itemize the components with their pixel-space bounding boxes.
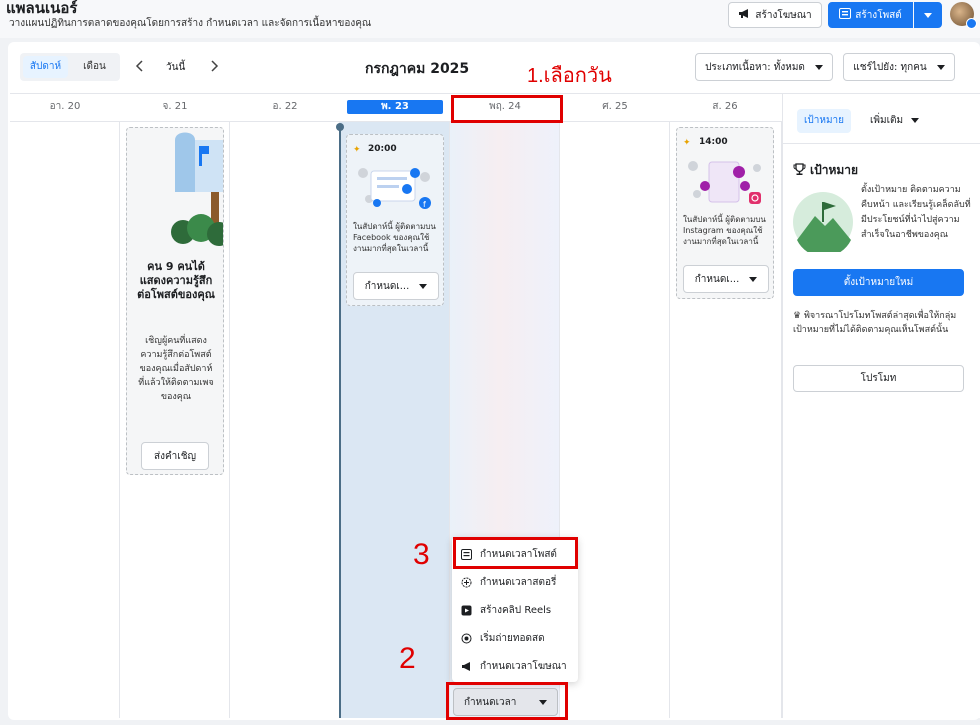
current-time-dot <box>336 123 344 131</box>
menu-item-schedule-story[interactable]: กำหนดเวลาสตอรี่ <box>452 568 578 596</box>
menu-item-label: สร้างคลิป Reels <box>480 604 552 616</box>
chevron-right-icon <box>211 60 219 72</box>
chevron-down-icon <box>924 12 932 18</box>
post-icon <box>839 8 852 22</box>
send-invite-button[interactable]: ส่งคำเชิญ <box>141 442 209 470</box>
annotation-box-schedule-button <box>446 682 568 720</box>
menu-item-label: กำหนดเวลาโฆษณา <box>480 660 567 672</box>
goals-body: ตั้งเป้าหมาย ติดตามความคืบหน้า และเรียนร… <box>861 185 971 240</box>
new-goal-label: ตั้งเป้าหมายใหม่ <box>843 277 914 288</box>
invite-card-title: คน 9 คนได้แสดงความรู้สึกต่อโพสต์ของคุณ <box>137 260 215 301</box>
ig-illustration <box>685 156 767 208</box>
annotation-box-schedule-post <box>453 537 578 569</box>
fb-best-time-body: ในสัปดาห์นี้ ผู้ติดตามบน Facebook ของคุณ… <box>353 222 436 253</box>
facebook-badge-icon <box>966 18 977 29</box>
shared-to-filter[interactable]: แชร์ไปยัง: ทุกคน <box>843 53 955 81</box>
invite-card: คน 9 คนได้แสดงความรู้สึกต่อโพสต์ของคุณ เ… <box>126 127 224 475</box>
content-type-filter-label: ประเภทเนื้อหา: ทั้งหมด <box>705 61 805 73</box>
sparkle-icon: ✦ <box>353 145 361 155</box>
fb-schedule-label: กำหนดเ... <box>364 280 410 292</box>
reels-icon <box>461 605 472 615</box>
trophy-icon <box>793 162 806 179</box>
create-ad-button[interactable]: สร้างโฆษณา <box>728 2 822 28</box>
today-button[interactable]: วันนี้ <box>166 60 185 75</box>
sidebar-divider <box>783 143 980 144</box>
avatar[interactable] <box>950 2 977 29</box>
fb-best-time: 20:00 <box>368 144 397 154</box>
sparkle-icon: ✦ <box>683 138 691 148</box>
annotation-box-select-day <box>451 95 563 123</box>
annotation-step1-label: 1.เลือกวัน <box>527 65 612 87</box>
send-invite-label: ส่งคำเชิญ <box>153 450 197 462</box>
day-header-sun[interactable]: อา. 20 <box>10 98 120 116</box>
next-week-button[interactable] <box>206 58 222 74</box>
chevron-down-icon <box>936 64 945 70</box>
day-header-wed-selected[interactable]: พ. 23 <box>347 100 443 114</box>
chevron-down-icon <box>814 64 823 70</box>
menu-item-go-live[interactable]: เริ่มถ่ายทอดสด <box>452 624 578 652</box>
menu-item-label: เริ่มถ่ายทอดสด <box>480 632 545 644</box>
ig-best-time-card: ✦ 14:00 ในสัปดาห์นี้ ผู้ติดตามบน Instagr… <box>676 127 774 299</box>
ig-best-time-body: ในสัปดาห์นี้ ผู้ติดตามบน Instagram ของคุ… <box>683 215 766 246</box>
annotation-step2-label: 2 <box>399 642 416 675</box>
chevron-down-icon <box>911 118 920 123</box>
promote-button[interactable]: โปรโมท <box>793 365 964 392</box>
day-header-sat[interactable]: ส. 26 <box>670 98 780 116</box>
chevron-down-icon <box>419 283 428 289</box>
mailbox-illustration <box>127 128 223 252</box>
svg-text:f: f <box>423 200 426 209</box>
create-post-dropdown[interactable] <box>914 2 942 28</box>
menu-item-schedule-ad[interactable]: กำหนดเวลาโฆษณา <box>452 652 578 680</box>
month-title: กรกฎาคม 2025 <box>365 61 470 77</box>
day-header-tue[interactable]: อ. 22 <box>230 98 340 116</box>
annotation-step3-label: 3 <box>413 538 430 571</box>
goals-heading: เป้าหมาย <box>793 161 858 180</box>
invite-card-body: เชิญผู้คนที่แสดงความรู้สึกต่อโพสต์ของคุณ… <box>138 336 214 402</box>
megaphone-icon <box>738 8 751 22</box>
goals-illustration <box>793 192 853 257</box>
tab-more-label: เพิ่มเติม <box>870 115 904 126</box>
shared-to-filter-label: แชร์ไปยัง: ทุกคน <box>853 61 927 73</box>
menu-item-label: กำหนดเวลาสตอรี่ <box>480 576 557 588</box>
chevron-left-icon <box>135 60 143 72</box>
promote-suggestion: ♛ พิจารณาโปรโมทโพสต์ล่าสุดเพื่อให้กลุ่มเ… <box>793 309 969 337</box>
day-header-mon[interactable]: จ. 21 <box>120 98 230 116</box>
crown-icon: ♛ <box>793 311 802 321</box>
day-column-tue[interactable] <box>230 122 340 718</box>
promote-text: พิจารณาโปรโมทโพสต์ล่าสุดเพื่อให้กลุ่มเป้… <box>793 311 957 335</box>
story-icon <box>461 577 472 587</box>
goals-title: เป้าหมาย <box>810 163 859 177</box>
day-header-fri[interactable]: ศ. 25 <box>560 98 670 116</box>
tab-month[interactable]: เดือน <box>72 56 117 78</box>
fb-schedule-button[interactable]: กำหนดเ... <box>353 272 439 300</box>
new-goal-button[interactable]: ตั้งเป้าหมายใหม่ <box>793 269 964 296</box>
tab-week[interactable]: สัปดาห์ <box>23 56 68 78</box>
day-column-sun[interactable] <box>10 122 120 718</box>
tab-goals[interactable]: เป้าหมาย <box>797 109 851 133</box>
prev-week-button[interactable] <box>132 58 148 74</box>
ig-schedule-label: กำหนดเ... <box>694 273 740 285</box>
current-time-line <box>339 127 341 718</box>
create-ad-label: สร้างโฆษณา <box>755 9 812 21</box>
ig-best-time: 14:00 <box>699 137 728 147</box>
megaphone-icon <box>462 661 470 671</box>
live-icon <box>461 633 472 643</box>
fb-illustration: f <box>355 163 437 215</box>
fb-best-time-card: ✦ 20:00 f ในสัปดาห์นี้ ผู้ติดตามบน Faceb… <box>346 134 444 306</box>
promote-label: โปรโมท <box>860 373 897 384</box>
content-type-filter[interactable]: ประเภทเนื้อหา: ทั้งหมด <box>695 53 833 81</box>
page-subtitle: วางแผนปฏิทินการตลาดของคุณโดยการสร้าง กำห… <box>9 18 372 29</box>
create-post-button[interactable]: สร้างโพสต์ <box>828 2 913 28</box>
tab-more[interactable]: เพิ่มเติม <box>870 113 920 128</box>
create-post-label: สร้างโพสต์ <box>855 9 902 21</box>
menu-item-create-reels[interactable]: สร้างคลิป Reels <box>452 596 578 624</box>
ig-schedule-button[interactable]: กำหนดเ... <box>683 265 769 293</box>
chevron-down-icon <box>749 276 758 282</box>
